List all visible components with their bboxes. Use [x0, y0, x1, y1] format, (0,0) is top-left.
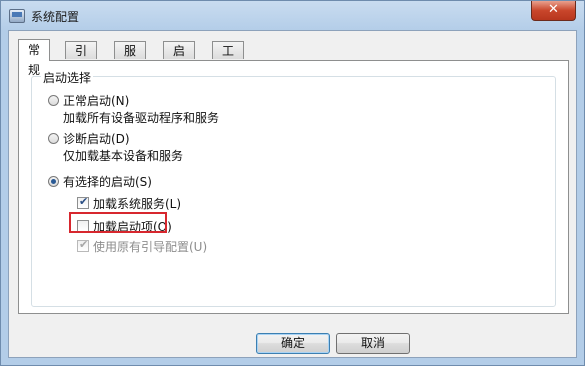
diagnostic-startup-label[interactable]: 诊断启动(D): [63, 130, 130, 147]
highlight-annotation-box: [69, 212, 167, 233]
load-system-services-checkbox[interactable]: ✔: [77, 195, 89, 209]
tab-services[interactable]: 服务: [114, 41, 147, 76]
tab-startup[interactable]: 启动: [163, 41, 196, 76]
cancel-button[interactable]: 取消: [336, 333, 410, 354]
system-configuration-window: 系统配置 ✕ 常规 引导 服务 启动 工具 启动选择 正常启动(N) 加载所有设…: [0, 0, 585, 366]
normal-startup-radio[interactable]: [48, 95, 59, 106]
checkmark-icon: ✔: [79, 195, 89, 208]
window-title: 系统配置: [31, 10, 80, 24]
tab-boot[interactable]: 引导: [65, 41, 98, 76]
diagnostic-startup-radio[interactable]: [48, 133, 59, 144]
title-bar[interactable]: 系统配置 ✕: [1, 1, 584, 31]
startup-selection-group: 启动选择 正常启动(N) 加载所有设备驱动程序和服务 诊断启动(D) 仅加载基本…: [31, 69, 556, 307]
use-original-boot-config-checkbox: ✔: [77, 238, 89, 252]
msconfig-icon: [9, 9, 25, 23]
general-tab-panel: 启动选择 正常启动(N) 加载所有设备驱动程序和服务 诊断启动(D) 仅加载基本…: [18, 60, 569, 314]
close-button[interactable]: ✕: [531, 1, 576, 21]
dialog-client-area: 常规 引导 服务 启动 工具 启动选择 正常启动(N) 加载所有设备驱动程序和服…: [8, 30, 577, 358]
selective-startup-label[interactable]: 有选择的启动(S): [63, 173, 152, 190]
use-original-boot-config-label: 使用原有引导配置(U): [93, 240, 208, 254]
tab-tools[interactable]: 工具: [212, 41, 245, 76]
checkmark-icon: ✔: [79, 238, 89, 251]
ok-button[interactable]: 确定: [256, 333, 330, 354]
tab-general[interactable]: 常规: [18, 39, 51, 77]
normal-startup-description: 加载所有设备驱动程序和服务: [63, 111, 220, 125]
selective-startup-radio[interactable]: [48, 176, 59, 187]
diagnostic-startup-description: 仅加载基本设备和服务: [63, 149, 184, 163]
load-system-services-label[interactable]: 加载系统服务(L): [93, 195, 181, 212]
normal-startup-label[interactable]: 正常启动(N): [63, 92, 129, 109]
group-title: 启动选择: [41, 69, 94, 86]
